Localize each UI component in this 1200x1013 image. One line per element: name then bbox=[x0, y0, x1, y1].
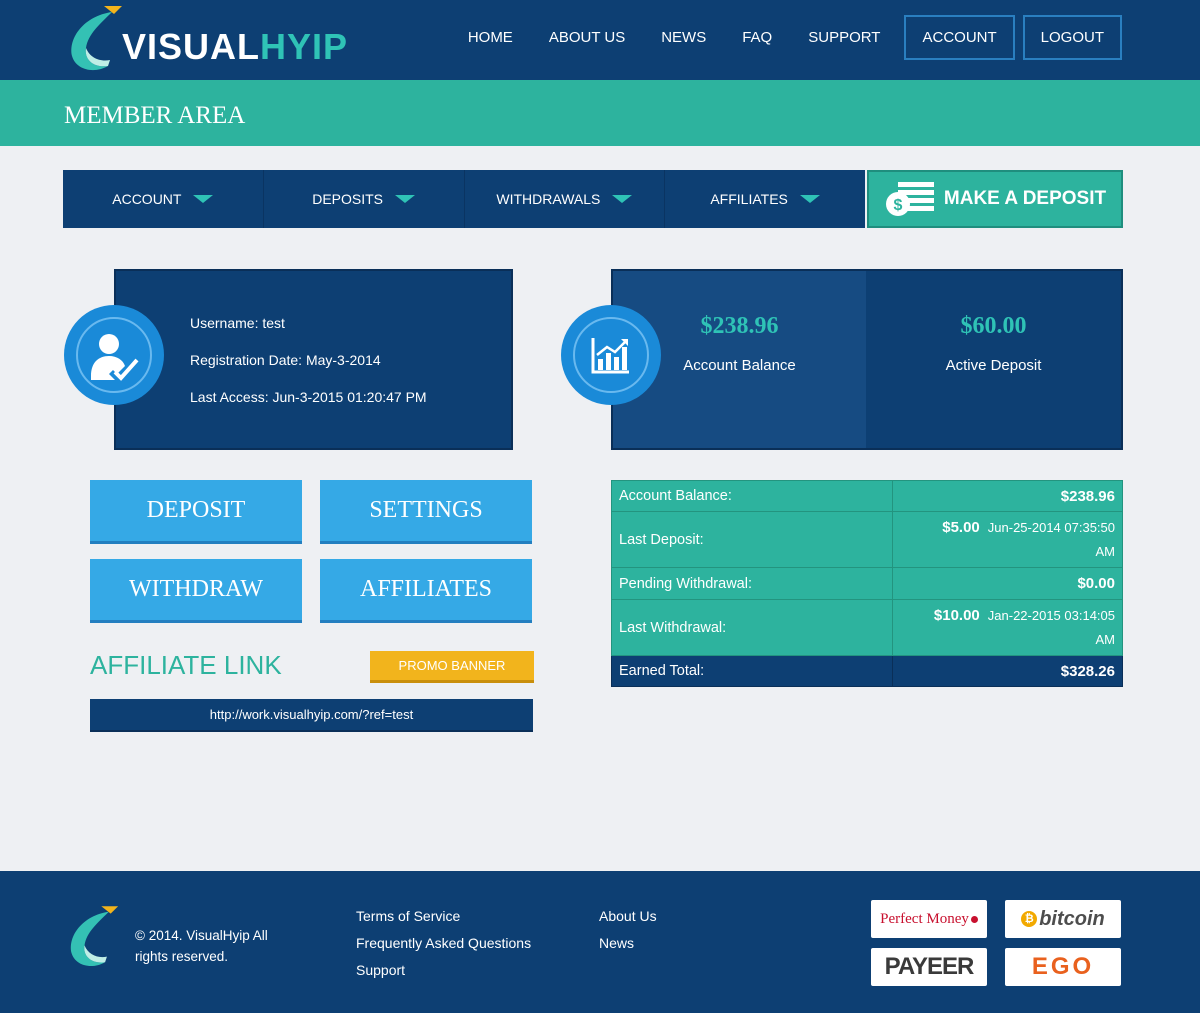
promo-banner-button[interactable]: PROMO BANNER bbox=[370, 651, 534, 683]
bitcoin-text: bitcoin bbox=[1039, 907, 1105, 930]
footer-news-link[interactable]: News bbox=[599, 935, 634, 951]
summary-earned-value: $328.26 bbox=[1060, 662, 1115, 680]
caret-down-icon bbox=[395, 195, 416, 203]
egopay-logo: EGO bbox=[1005, 948, 1121, 986]
payeer-text: PAYEER bbox=[884, 953, 975, 980]
growth-chart-icon bbox=[591, 338, 629, 374]
bitcoin-icon: ₿ bbox=[1021, 911, 1038, 927]
affiliates-button[interactable]: AFFILIATES bbox=[320, 559, 532, 623]
page-title: MEMBER AREA bbox=[64, 102, 246, 129]
table-row: Earned Total: $328.26 bbox=[611, 655, 1123, 687]
logo-main-text: VISUAL bbox=[122, 26, 261, 67]
deposit-button[interactable]: DEPOSIT bbox=[90, 480, 302, 544]
account-submenu: ACCOUNT DEPOSITS WITHDRAWALS AFFILIATES bbox=[63, 170, 865, 228]
caret-down-icon bbox=[193, 195, 214, 203]
account-summary-table: Account Balance: $238.96 Last Deposit: $… bbox=[611, 480, 1123, 687]
summary-balance-value: $238.96 bbox=[1060, 487, 1115, 505]
submenu-affiliates-label: AFFILIATES bbox=[710, 191, 788, 207]
caret-down-icon bbox=[799, 195, 820, 203]
perfect-money-logo: Perfect Money bbox=[871, 900, 987, 938]
footer-faq-link[interactable]: Frequently Asked Questions bbox=[356, 935, 531, 951]
submenu-account-label: ACCOUNT bbox=[112, 191, 182, 207]
logo-accent-text: HYIP bbox=[260, 26, 349, 67]
submenu-account[interactable]: ACCOUNT bbox=[63, 170, 264, 228]
page-title-bar: MEMBER AREA bbox=[0, 80, 1200, 146]
summary-earned-cell: $328.26 bbox=[892, 655, 1123, 687]
egopay-text: EGO bbox=[1031, 953, 1095, 980]
summary-pending-value: $0.00 bbox=[1077, 575, 1115, 592]
main-nav: HOME ABOUT US NEWS FAQ SUPPORT ACCOUNT L… bbox=[432, 14, 1122, 60]
perfect-money-dot-icon bbox=[970, 915, 978, 923]
submenu-withdrawals[interactable]: WITHDRAWALS bbox=[465, 170, 666, 228]
footer-about-link[interactable]: About Us bbox=[599, 908, 657, 924]
settings-button[interactable]: SETTINGS bbox=[320, 480, 532, 544]
summary-last-deposit-label: Last Deposit: bbox=[611, 511, 893, 568]
chart-badge bbox=[561, 305, 661, 405]
logo-wordmark: VISUALHYIP bbox=[122, 26, 348, 68]
footer-terms-link[interactable]: Terms of Service bbox=[356, 908, 460, 924]
balance-card: $238.96 Account Balance $60.00 Active De… bbox=[611, 269, 1123, 450]
summary-last-withdrawal-cell: $10.00 Jan-22-2015 03:14:05 AM bbox=[892, 599, 1123, 656]
footer-support-link[interactable]: Support bbox=[356, 962, 405, 978]
withdraw-button[interactable]: WITHDRAW bbox=[90, 559, 302, 623]
registration-date-text: Registration Date: May-3-2014 bbox=[190, 352, 381, 368]
summary-pending-label: Pending Withdrawal: bbox=[611, 567, 893, 600]
nav-account-button[interactable]: ACCOUNT bbox=[904, 14, 1015, 60]
submenu-affiliates[interactable]: AFFILIATES bbox=[665, 170, 865, 228]
logo-swirl-icon bbox=[71, 6, 122, 71]
active-deposit-amount: $60.00 bbox=[960, 313, 1027, 339]
caret-down-icon bbox=[612, 195, 633, 203]
affiliate-link-field[interactable]: http://work.visualhyip.com/?ref=test bbox=[90, 699, 533, 732]
nav-faq-link[interactable]: FAQ bbox=[742, 29, 772, 46]
site-logo[interactable]: VISUALHYIP bbox=[64, 4, 394, 74]
summary-last-deposit-ampm: AM bbox=[1095, 543, 1116, 559]
submenu-deposits[interactable]: DEPOSITS bbox=[264, 170, 465, 228]
footer-logo-icon[interactable] bbox=[64, 903, 120, 971]
money-stack-icon: $ bbox=[885, 182, 934, 216]
site-footer: © 2014. VisualHyip All rights reserved. … bbox=[0, 871, 1200, 1013]
svg-text:$: $ bbox=[893, 197, 902, 214]
summary-last-deposit-cell: $5.00 Jun-25-2014 07:35:50 AM bbox=[892, 511, 1123, 568]
table-row: Last Withdrawal: $10.00 Jan-22-2015 03:14… bbox=[611, 599, 1123, 656]
user-avatar-badge bbox=[64, 305, 164, 405]
user-check-icon bbox=[91, 334, 139, 381]
username-text: Username: test bbox=[190, 315, 285, 331]
submenu-withdrawals-label: WITHDRAWALS bbox=[496, 191, 601, 207]
nav-home-link[interactable]: HOME bbox=[468, 29, 513, 46]
user-info-card: Username: test Registration Date: May-3-… bbox=[114, 269, 513, 450]
summary-last-withdrawal-date: Jan-22-2015 03:14:05 bbox=[987, 607, 1115, 623]
copyright-text: © 2014. VisualHyip All rights reserved. bbox=[135, 928, 268, 964]
nav-about-link[interactable]: ABOUT US bbox=[549, 29, 625, 46]
summary-last-withdrawal-ampm: AM bbox=[1095, 631, 1116, 647]
summary-last-deposit-date: Jun-25-2014 07:35:50 bbox=[987, 519, 1115, 535]
summary-pending-cell: $0.00 bbox=[892, 567, 1123, 600]
perfect-money-text: Perfect Money bbox=[880, 910, 969, 927]
table-row: Last Deposit: $5.00 Jun-25-2014 07:35:50 A… bbox=[611, 511, 1123, 568]
table-row: Pending Withdrawal: $0.00 bbox=[611, 567, 1123, 600]
affiliate-link-heading: AFFILIATE LINK bbox=[90, 650, 282, 680]
summary-last-withdrawal-label: Last Withdrawal: bbox=[611, 599, 893, 656]
submenu-deposits-label: DEPOSITS bbox=[312, 191, 384, 207]
summary-last-deposit-amount: $5.00 bbox=[942, 518, 980, 536]
make-deposit-label: MAKE A DEPOSIT bbox=[943, 188, 1107, 209]
payeer-logo: PAYEER bbox=[871, 948, 987, 986]
bitcoin-logo: ₿ bitcoin bbox=[1005, 900, 1121, 938]
nav-logout-button[interactable]: LOGOUT bbox=[1022, 14, 1122, 60]
make-deposit-button[interactable]: $ MAKE A DEPOSIT bbox=[867, 170, 1123, 228]
summary-balance-label: Account Balance: bbox=[611, 480, 893, 512]
summary-earned-label: Earned Total: bbox=[611, 655, 893, 687]
top-header: VISUALHYIP HOME ABOUT US NEWS FAQ SUPPOR… bbox=[0, 0, 1200, 80]
summary-last-withdrawal-amount: $10.00 bbox=[933, 606, 980, 624]
active-deposit-label: Active Deposit bbox=[945, 357, 1042, 374]
table-row: Account Balance: $238.96 bbox=[611, 480, 1123, 512]
nav-support-link[interactable]: SUPPORT bbox=[808, 29, 880, 46]
summary-balance-cell: $238.96 bbox=[892, 480, 1123, 512]
nav-news-link[interactable]: NEWS bbox=[661, 29, 706, 46]
last-access-text: Last Access: Jun-3-2015 01:20:47 PM bbox=[190, 389, 427, 405]
